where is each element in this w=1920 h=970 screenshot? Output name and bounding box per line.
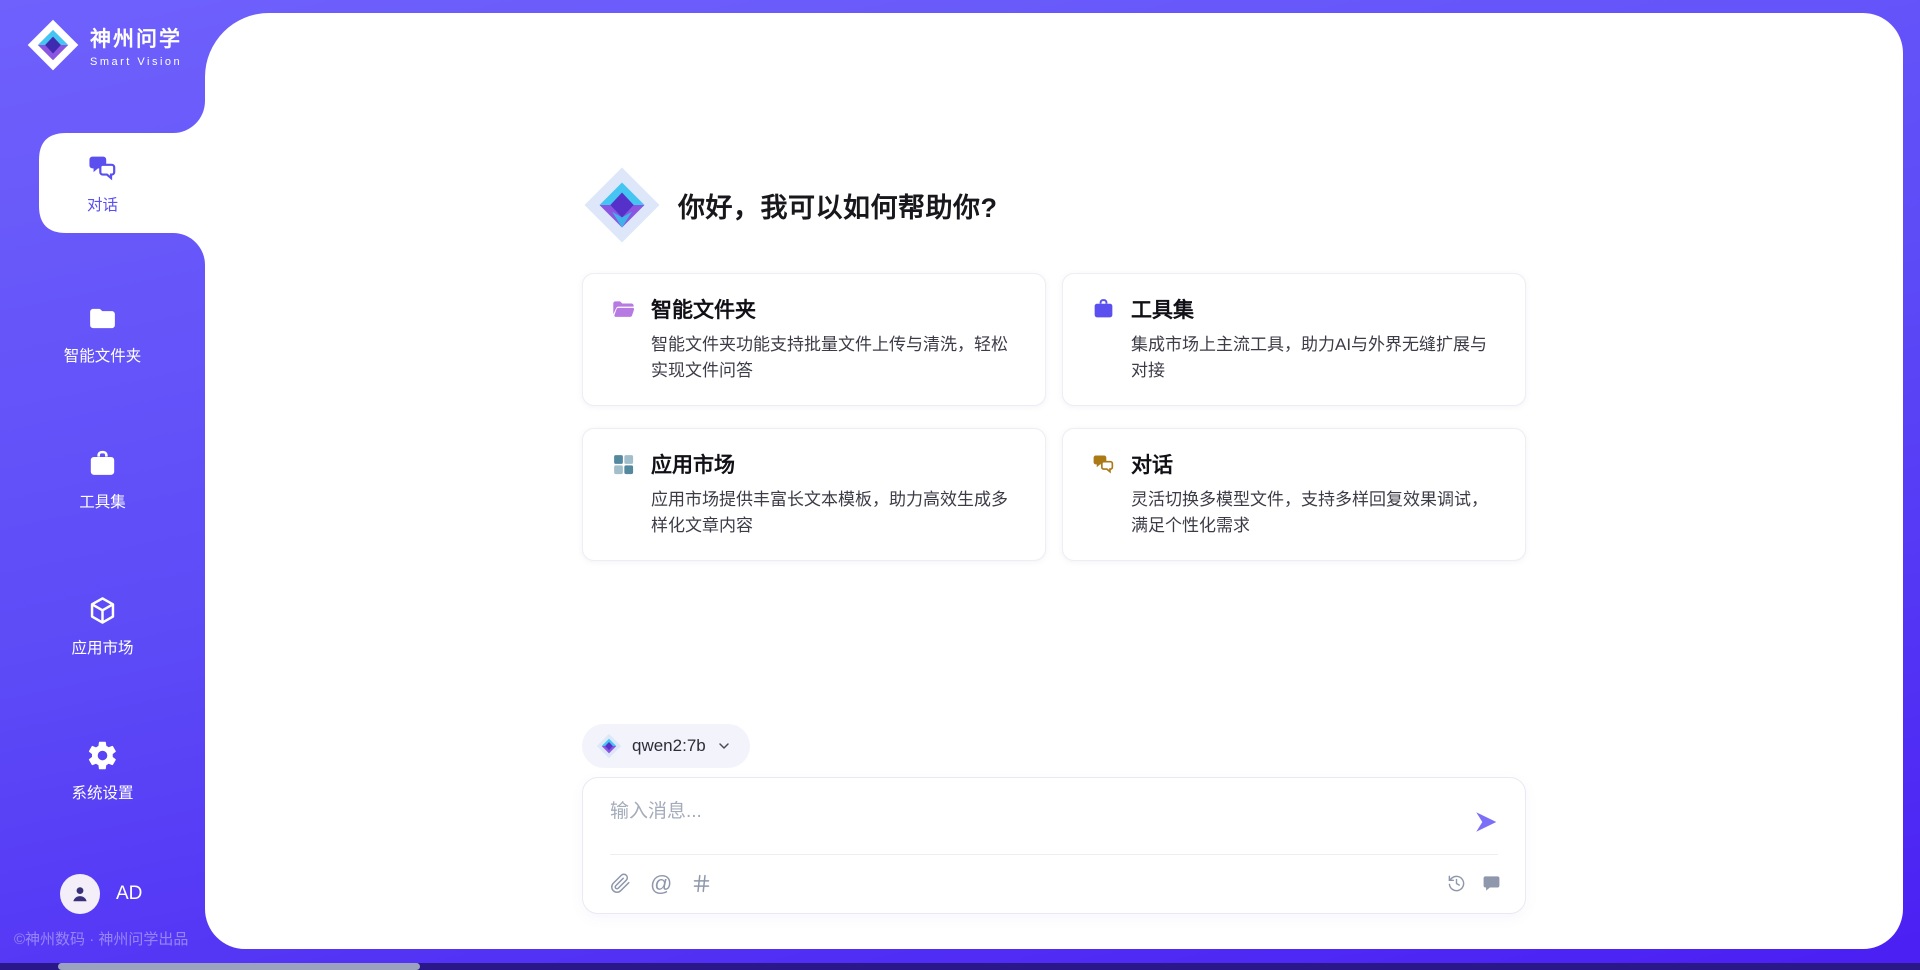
horizontal-scrollbar[interactable] [0, 963, 1920, 970]
folder-open-icon [611, 297, 636, 322]
avatar [60, 874, 100, 914]
brand: 神州问学 Smart Vision [26, 18, 182, 72]
sidebar-item-settings[interactable]: 系统设置 [0, 739, 205, 803]
card-description: 集成市场上主流工具，助力AI与外界无缝扩展与对接 [1131, 332, 1497, 383]
composer: @ [582, 777, 1526, 914]
assistant-diamond-logo-icon [582, 165, 662, 245]
sidebar-item-chat[interactable]: 对话 [0, 133, 205, 233]
card-description: 应用市场提供丰富长文本模板，助力高效生成多样化文章内容 [651, 487, 1017, 538]
sidebar-item-label: 对话 [87, 193, 118, 215]
send-icon [1473, 809, 1499, 835]
brand-text: 神州问学 Smart Vision [90, 23, 182, 68]
attach-button[interactable] [610, 873, 631, 894]
card-toolset[interactable]: 工具集 集成市场上主流工具，助力AI与外界无缝扩展与对接 [1062, 273, 1526, 406]
model-diamond-logo-icon [596, 733, 622, 759]
brand-diamond-logo-icon [26, 18, 80, 72]
cube-icon [86, 594, 119, 627]
brand-name: 神州问学 [90, 23, 182, 53]
gear-icon [86, 739, 119, 772]
user-profile[interactable]: AD [60, 874, 142, 914]
history-icon [1447, 874, 1466, 893]
card-title: 对话 [1131, 449, 1173, 479]
sidebar-item-label: 智能文件夹 [64, 344, 142, 366]
card-smart-folder[interactable]: 智能文件夹 智能文件夹功能支持批量文件上传与清洗，轻松实现文件问答 [582, 273, 1046, 406]
card-title: 应用市场 [651, 449, 735, 479]
hash-icon [691, 873, 712, 894]
main-panel: 你好，我可以如何帮助你? 智能文件夹 智能文件夹功能支持批量文件上传与清洗，轻松… [205, 13, 1903, 949]
card-description: 智能文件夹功能支持批量文件上传与清洗，轻松实现文件问答 [651, 332, 1017, 383]
greeting-text: 你好，我可以如何帮助你? [678, 186, 998, 225]
user-name: AD [116, 883, 142, 905]
greeting: 你好，我可以如何帮助你? [582, 163, 1526, 247]
sidebar-footer: ©神州数码 · 神州问学出品 [14, 928, 188, 949]
sidebar-item-label: 工具集 [79, 490, 126, 512]
composer-toolbar: @ [610, 854, 1501, 913]
model-name: qwen2:7b [632, 736, 706, 756]
model-selector[interactable]: qwen2:7b [582, 724, 750, 768]
person-icon [68, 882, 92, 906]
folder-icon [86, 302, 119, 335]
app-window: 神州问学 Smart Vision 对话 智能文件夹 [0, 0, 1920, 970]
sidebar-item-folders[interactable]: 智能文件夹 [0, 302, 205, 366]
send-button[interactable] [1471, 808, 1501, 838]
briefcase-icon [1091, 297, 1116, 322]
paperclip-icon [610, 873, 631, 894]
card-title: 工具集 [1131, 294, 1194, 324]
at-icon: @ [650, 873, 672, 895]
mention-button[interactable]: @ [650, 873, 672, 895]
sidebar-item-label: 系统设置 [71, 781, 133, 803]
card-title: 智能文件夹 [651, 294, 756, 324]
scrollbar-thumb[interactable] [58, 963, 420, 970]
card-description: 灵活切换多模型文件，支持多样回复效果调试，满足个性化需求 [1131, 487, 1497, 538]
sidebar-item-tools[interactable]: 工具集 [0, 448, 205, 512]
sidebar-item-label: 应用市场 [71, 636, 133, 658]
chat-bubble-icon [1482, 874, 1501, 893]
card-chat[interactable]: 对话 灵活切换多模型文件，支持多样回复效果调试，满足个性化需求 [1062, 428, 1526, 561]
feature-cards: 智能文件夹 智能文件夹功能支持批量文件上传与清洗，轻松实现文件问答 工具集 集成… [582, 273, 1526, 561]
chat-icon [1091, 452, 1116, 477]
conversation-button[interactable] [1482, 874, 1501, 893]
briefcase-icon [86, 448, 119, 481]
brand-subtitle: Smart Vision [90, 56, 182, 68]
sidebar: 神州问学 Smart Vision 对话 智能文件夹 [0, 0, 205, 970]
topic-button[interactable] [691, 873, 712, 894]
sidebar-item-market[interactable]: 应用市场 [0, 594, 205, 658]
chat-icon [86, 152, 119, 185]
message-input[interactable] [610, 796, 1410, 848]
history-button[interactable] [1447, 874, 1466, 893]
grid-icon [611, 452, 636, 477]
main-content: 你好，我可以如何帮助你? 智能文件夹 智能文件夹功能支持批量文件上传与清洗，轻松… [582, 13, 1526, 914]
card-app-market[interactable]: 应用市场 应用市场提供丰富长文本模板，助力高效生成多样化文章内容 [582, 428, 1046, 561]
chevron-down-icon [716, 738, 732, 754]
